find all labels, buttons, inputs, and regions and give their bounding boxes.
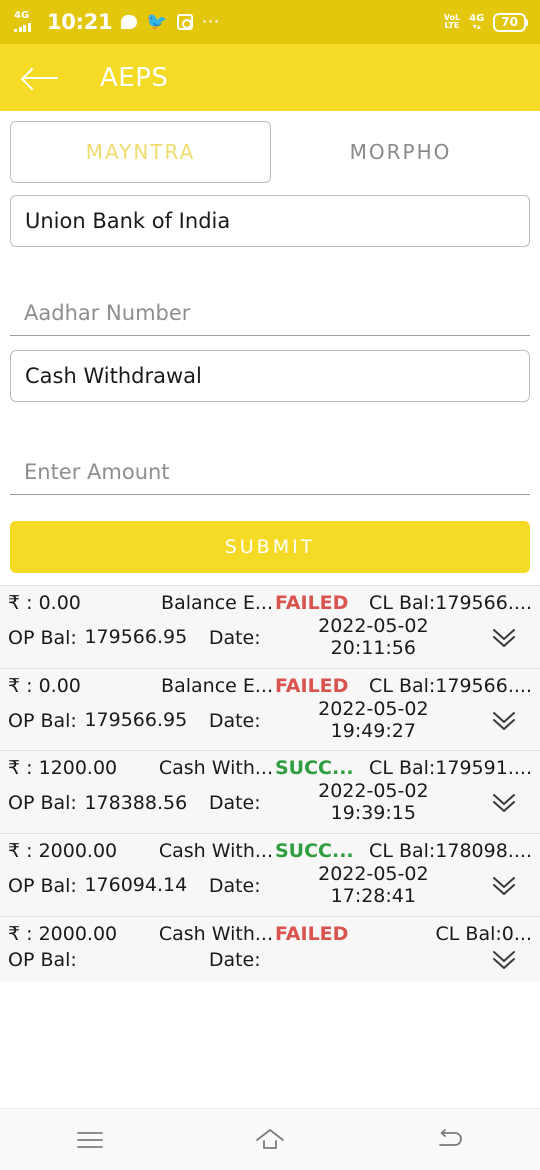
main-content: MAYNTRA MORPHO Union Bank of India Aadha… bbox=[0, 111, 540, 1108]
transaction-amount: ₹ : 1200.00 bbox=[8, 757, 118, 780]
tab-morpho[interactable]: MORPHO bbox=[271, 121, 530, 183]
chevron-double-down-icon[interactable] bbox=[476, 873, 532, 899]
status-badge: FAILED bbox=[275, 674, 349, 697]
table-row[interactable]: ₹ : 2000.00 Cash With... SUCC... CL Bal:178… bbox=[0, 833, 540, 916]
opening-balance-value: 178388.56 bbox=[84, 791, 188, 814]
date-value: 2022-05-02 19:39:15 bbox=[318, 780, 429, 825]
table-row[interactable]: ₹ : 2000.00 Cash With... FAILED CL Bal:0...… bbox=[0, 915, 540, 981]
twitter-icon: 🐦 bbox=[146, 11, 168, 32]
signal-icon: 4G bbox=[14, 10, 38, 32]
status-badge: SUCC... bbox=[275, 757, 354, 780]
closing-balance: CL Bal:179591.... bbox=[369, 757, 532, 780]
more-dots-icon: ⋯ bbox=[201, 11, 221, 32]
battery-icon: 70 bbox=[493, 12, 528, 32]
chevron-double-down-icon[interactable] bbox=[476, 947, 532, 973]
date-value: 2022-05-02 19:49:27 bbox=[318, 697, 429, 742]
transaction-summary: ₹ : 2000.00 Cash With... FAILED CL Bal:0... bbox=[8, 923, 532, 945]
back-arrow-icon[interactable] bbox=[24, 66, 58, 90]
chevron-double-down-icon[interactable] bbox=[476, 625, 532, 651]
closing-balance: CL Bal:178098.... bbox=[369, 840, 532, 863]
network-type-icon: 4G ▾▴ bbox=[469, 13, 485, 31]
status-bar-clock: 10:21 bbox=[47, 10, 113, 34]
opening-balance-label: OP Bal: bbox=[8, 709, 77, 732]
chevron-double-down-icon[interactable] bbox=[476, 708, 532, 734]
transaction-type: Cash With... bbox=[158, 840, 273, 863]
transaction-summary: ₹ : 1200.00 Cash With... SUCC... CL Bal:179… bbox=[8, 757, 532, 779]
opening-balance-label: OP Bal: bbox=[8, 626, 77, 649]
chevron-double-down-icon[interactable] bbox=[476, 790, 532, 816]
date-label: Date: bbox=[208, 792, 261, 815]
table-row[interactable]: ₹ : 1200.00 Cash With... SUCC... CL Bal:179… bbox=[0, 750, 540, 834]
status-bar-left: 4G 10:21 🐦 ⋯ bbox=[14, 10, 221, 34]
transaction-summary: ₹ : 2000.00 Cash With... SUCC... CL Bal:178… bbox=[8, 840, 532, 862]
bank-select[interactable]: Union Bank of India bbox=[10, 195, 530, 247]
closing-balance: CL Bal:0... bbox=[435, 922, 532, 945]
transaction-details: OP Bal: 176094.14 Date: 2022-05-02 17:28:41 bbox=[8, 863, 532, 908]
opening-balance-value: 179566.95 bbox=[84, 709, 188, 732]
date-label: Date: bbox=[208, 874, 261, 897]
opening-balance-label: OP Bal: bbox=[8, 948, 77, 971]
signal-network-label: 4G bbox=[14, 10, 30, 21]
transaction-details: OP Bal: 178388.56 Date: 2022-05-02 19:39:15 bbox=[8, 781, 532, 825]
amount-input[interactable]: Enter Amount bbox=[10, 446, 530, 495]
date-value: 2022-05-02 17:28:41 bbox=[318, 863, 429, 907]
tab-mayntra[interactable]: MAYNTRA bbox=[10, 121, 271, 183]
status-badge: FAILED bbox=[275, 592, 349, 614]
transaction-amount: ₹ : 2000.00 bbox=[8, 840, 118, 863]
closing-balance: CL Bal:179566.... bbox=[369, 592, 532, 614]
volte-icon: VoL LTE bbox=[444, 14, 460, 30]
back-icon[interactable] bbox=[420, 1118, 480, 1162]
app-bar: AEPS bbox=[0, 44, 540, 111]
recents-icon[interactable] bbox=[60, 1118, 120, 1162]
transaction-type: Cash With... bbox=[158, 757, 273, 780]
closing-balance: CL Bal:179566.... bbox=[369, 674, 532, 697]
opening-balance-value: 176094.14 bbox=[84, 874, 188, 897]
status-badge: FAILED bbox=[275, 922, 349, 945]
app-icon bbox=[176, 14, 193, 30]
phone-screen: 4G 10:21 🐦 ⋯ VoL LTE 4G ▾▴ 70 AEPS MAYNT… bbox=[0, 0, 540, 1170]
transaction-type: Balance E... bbox=[161, 674, 273, 697]
status-bar: 4G 10:21 🐦 ⋯ VoL LTE 4G ▾▴ 70 bbox=[0, 0, 540, 44]
date-label: Date: bbox=[208, 948, 261, 971]
transaction-amount: ₹ : 0.00 bbox=[8, 674, 81, 697]
opening-balance-label: OP Bal: bbox=[8, 874, 77, 897]
transaction-type-select[interactable]: Cash Withdrawal bbox=[10, 350, 530, 402]
transaction-summary: ₹ : 0.00 Balance E... FAILED CL Bal:179566.… bbox=[8, 592, 532, 614]
aadhar-input[interactable]: Aadhar Number bbox=[10, 287, 530, 336]
transaction-details: OP Bal: 179566.95 Date: 2022-05-02 19:49:27 bbox=[8, 697, 532, 743]
status-bar-right: VoL LTE 4G ▾▴ 70 bbox=[444, 12, 528, 32]
device-tabs: MAYNTRA MORPHO bbox=[0, 111, 540, 183]
date-value: 2022-05-02 20:11:56 bbox=[318, 615, 429, 659]
home-icon[interactable] bbox=[240, 1118, 300, 1162]
transaction-summary: ₹ : 0.00 Balance E... FAILED CL Bal:179566.… bbox=[8, 675, 532, 697]
table-row[interactable]: ₹ : 0.00 Balance E... FAILED CL Bal:179566.… bbox=[0, 585, 540, 668]
transaction-type: Balance E... bbox=[161, 592, 273, 614]
transaction-details: OP Bal: Date: bbox=[8, 947, 532, 973]
page-title: AEPS bbox=[100, 62, 169, 93]
date-label: Date: bbox=[208, 626, 261, 649]
table-row[interactable]: ₹ : 0.00 Balance E... FAILED CL Bal:179566.… bbox=[0, 667, 540, 751]
chat-bubble-icon bbox=[121, 15, 138, 29]
submit-button[interactable]: SUBMIT bbox=[10, 521, 530, 573]
opening-balance-label: OP Bal: bbox=[8, 792, 77, 815]
transaction-details: OP Bal: 179566.95 Date: 2022-05-02 20:11:56 bbox=[8, 615, 532, 660]
android-nav-bar bbox=[0, 1108, 540, 1170]
volte-bottom-label: LTE bbox=[444, 21, 460, 30]
transaction-list: ₹ : 0.00 Balance E... FAILED CL Bal:179566.… bbox=[0, 585, 540, 1108]
opening-balance-value: 179566.95 bbox=[84, 626, 188, 649]
date-label: Date: bbox=[208, 709, 261, 732]
transaction-amount: ₹ : 0.00 bbox=[8, 592, 81, 614]
transaction-amount: ₹ : 2000.00 bbox=[8, 922, 118, 945]
status-badge: SUCC... bbox=[275, 840, 354, 863]
transaction-type: Cash With... bbox=[158, 922, 273, 945]
